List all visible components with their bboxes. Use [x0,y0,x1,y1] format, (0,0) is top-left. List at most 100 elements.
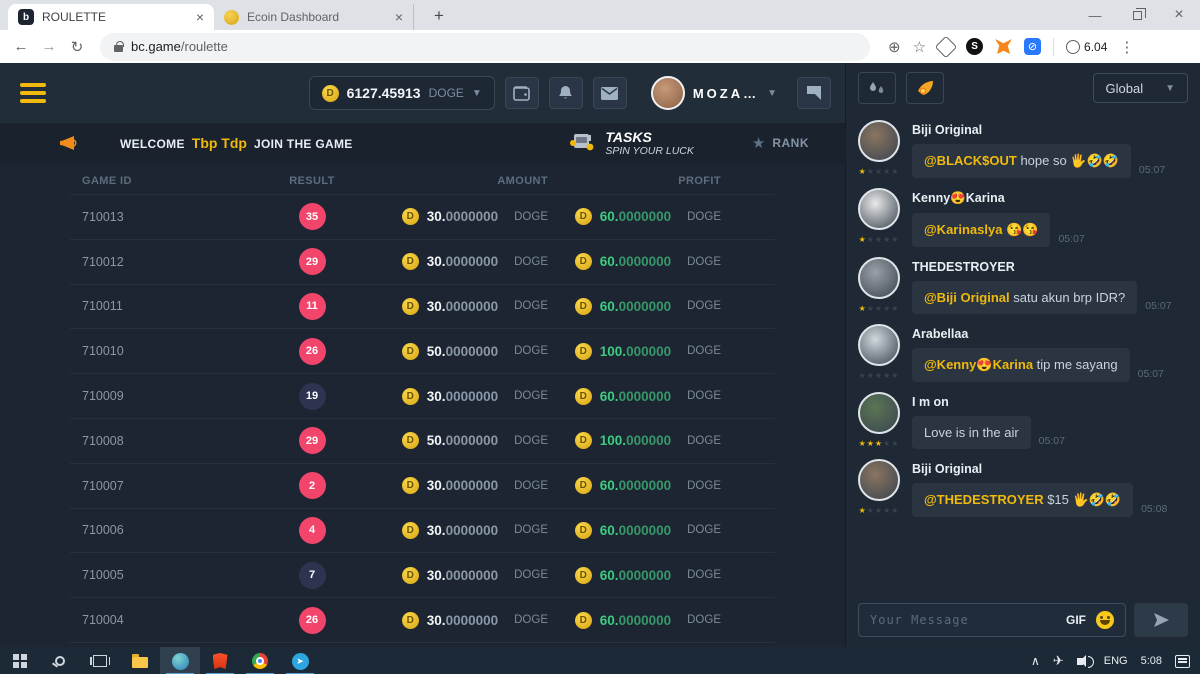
bookmark-star-icon[interactable]: ☆ [913,38,926,56]
address-bar[interactable]: bc.game/roulette [100,33,870,61]
chat-username[interactable]: Biji Original [912,462,1167,476]
profit-cell: D100.000000DOGE [548,432,763,449]
price-extension[interactable]: 6.04 [1066,40,1107,54]
folder-icon [132,657,148,668]
extension-cube-icon[interactable] [935,35,958,58]
avatar[interactable] [858,392,900,434]
result-badge: 35 [299,203,326,230]
table-row: 71001229D30.0000000DOGED60.0000000DOGE [70,240,775,285]
back-button[interactable]: ← [8,38,34,55]
profit-cell: D60.0000000DOGE [548,522,763,539]
amount-cell: D30.0000000DOGE [377,612,548,629]
avatar[interactable] [858,459,900,501]
chat-mention[interactable]: @Kenny😍Karina [924,357,1033,372]
chat-mention[interactable]: @Karinaslya [924,222,1002,237]
welcome-suffix: JOIN THE GAME [254,137,353,151]
tab-roulette[interactable]: b ROULETTE × [8,4,214,30]
lock-icon[interactable] [114,45,123,52]
balance-value: 6127.45913 [347,85,421,101]
reload-button[interactable]: ↻ [64,38,90,56]
game-id: 710011 [82,299,247,313]
chat-username[interactable]: Kenny😍Karina [912,191,1085,206]
chat-channel-select[interactable]: Global ▼ [1093,73,1188,103]
volume-icon[interactable] [1077,658,1083,665]
extension-blue-icon[interactable]: ⊘ [1024,38,1041,55]
tab-ecoin-dashboard[interactable]: Ecoin Dashboard × [214,4,414,30]
emoji-picker-button[interactable] [1096,611,1114,629]
avatar[interactable] [858,120,900,162]
profit-cell: D60.0000000DOGE [548,567,763,584]
profit-value: 60.0000000 [600,613,671,628]
chat-username[interactable]: Biji Original [912,123,1165,137]
messages-envelope-button[interactable] [593,77,627,109]
new-tab-button[interactable]: + [426,6,452,30]
rank-link[interactable]: ★ RANK [752,134,809,152]
user-menu[interactable]: MOZA… ▼ [651,76,777,110]
wallet-button[interactable] [505,77,539,109]
notifications-bell-button[interactable] [549,77,583,109]
tab-close-icon[interactable]: × [395,10,403,24]
profit-unit: DOGE [687,390,721,402]
chat-timestamp: 05:08 [1141,503,1167,517]
tasks-link[interactable]: TASKS SPIN YOUR LUCK [569,129,694,157]
table-row: 71001335D30.0000000DOGED60.0000000DOGE [70,195,775,240]
start-button[interactable] [0,647,40,674]
user-level-stars: ★★★★★ [859,304,900,313]
chat-username[interactable]: THEDESTROYER [912,260,1172,274]
tray-chevron-icon[interactable]: ∧ [1031,654,1040,668]
taskbar-search-button[interactable] [40,647,80,674]
avatar[interactable] [858,257,900,299]
task-view-button[interactable] [80,647,120,674]
chat-panel-toggle-button[interactable] [797,77,831,109]
clock[interactable]: 5:08 [1141,655,1162,667]
tab-close-icon[interactable]: × [196,10,204,24]
rain-button[interactable] [858,72,896,104]
forward-button[interactable]: → [36,38,62,55]
chat-bubble: @Kenny😍Karina tip me sayang [912,348,1130,382]
amount-value: 30.0000000 [427,209,498,224]
metamask-extension-icon[interactable] [995,39,1012,54]
taskbar-app-telegram[interactable]: ➤ [280,647,320,674]
chat-username[interactable]: I m on [912,395,1065,409]
chat-text: hope so 🖐🤣🤣 [1017,153,1119,168]
profit-value: 60.0000000 [600,478,671,493]
action-center-icon[interactable] [1175,655,1190,668]
send-message-button[interactable] [1134,603,1188,637]
gif-button[interactable]: GIF [1066,613,1086,627]
result-cell: 4 [247,517,377,544]
taskbar-app-brave[interactable] [200,647,240,674]
airplane-mode-icon[interactable]: ✈ [1053,653,1064,669]
chat-bubble: @Biji Original satu akun brp IDR? [912,281,1137,314]
zoom-page-icon[interactable]: ⊕ [888,38,901,56]
avatar[interactable] [858,324,900,366]
browser-menu-icon[interactable]: ⋮ [1119,38,1134,56]
chat-message-input[interactable]: Your Message GIF [858,603,1126,637]
taskbar-app-browser-active[interactable] [160,647,200,674]
amount-value: 50.0000000 [427,433,498,448]
result-cell: 2 [247,472,377,499]
user-avatar [651,76,685,110]
file-explorer-button[interactable] [120,647,160,674]
profit-unit: DOGE [687,300,721,312]
chat-mention[interactable]: @THEDESTROYER [924,492,1044,507]
chat-mention[interactable]: @BLACK$OUT [924,153,1017,168]
table-row: 71000829D50.0000000DOGED100.000000DOGE [70,419,775,464]
balance-selector[interactable]: D 6127.45913 DOGE ▼ [309,76,495,110]
avatar[interactable] [858,188,900,230]
chat-mention[interactable]: @Biji Original [924,290,1010,305]
language-indicator[interactable]: ENG [1104,655,1128,667]
fireball-button[interactable] [906,72,944,104]
chat-bubble: @Karinaslya 😘😘 [912,213,1050,247]
ecoin-favicon [224,10,239,25]
taskbar-app-chrome[interactable] [240,647,280,674]
search-icon [55,656,65,666]
amount-cell: D30.0000000DOGE [377,208,548,225]
result-cell: 35 [247,203,377,230]
col-game-id: GAME ID [82,175,247,187]
chat-username[interactable]: Arabellaa [912,327,1164,341]
extension-s-icon[interactable]: S [966,38,983,55]
window-minimize-button[interactable]: — [1074,0,1116,30]
hamburger-menu-icon[interactable] [20,83,46,103]
window-restore-button[interactable] [1116,0,1158,30]
window-close-button[interactable]: × [1158,0,1200,30]
